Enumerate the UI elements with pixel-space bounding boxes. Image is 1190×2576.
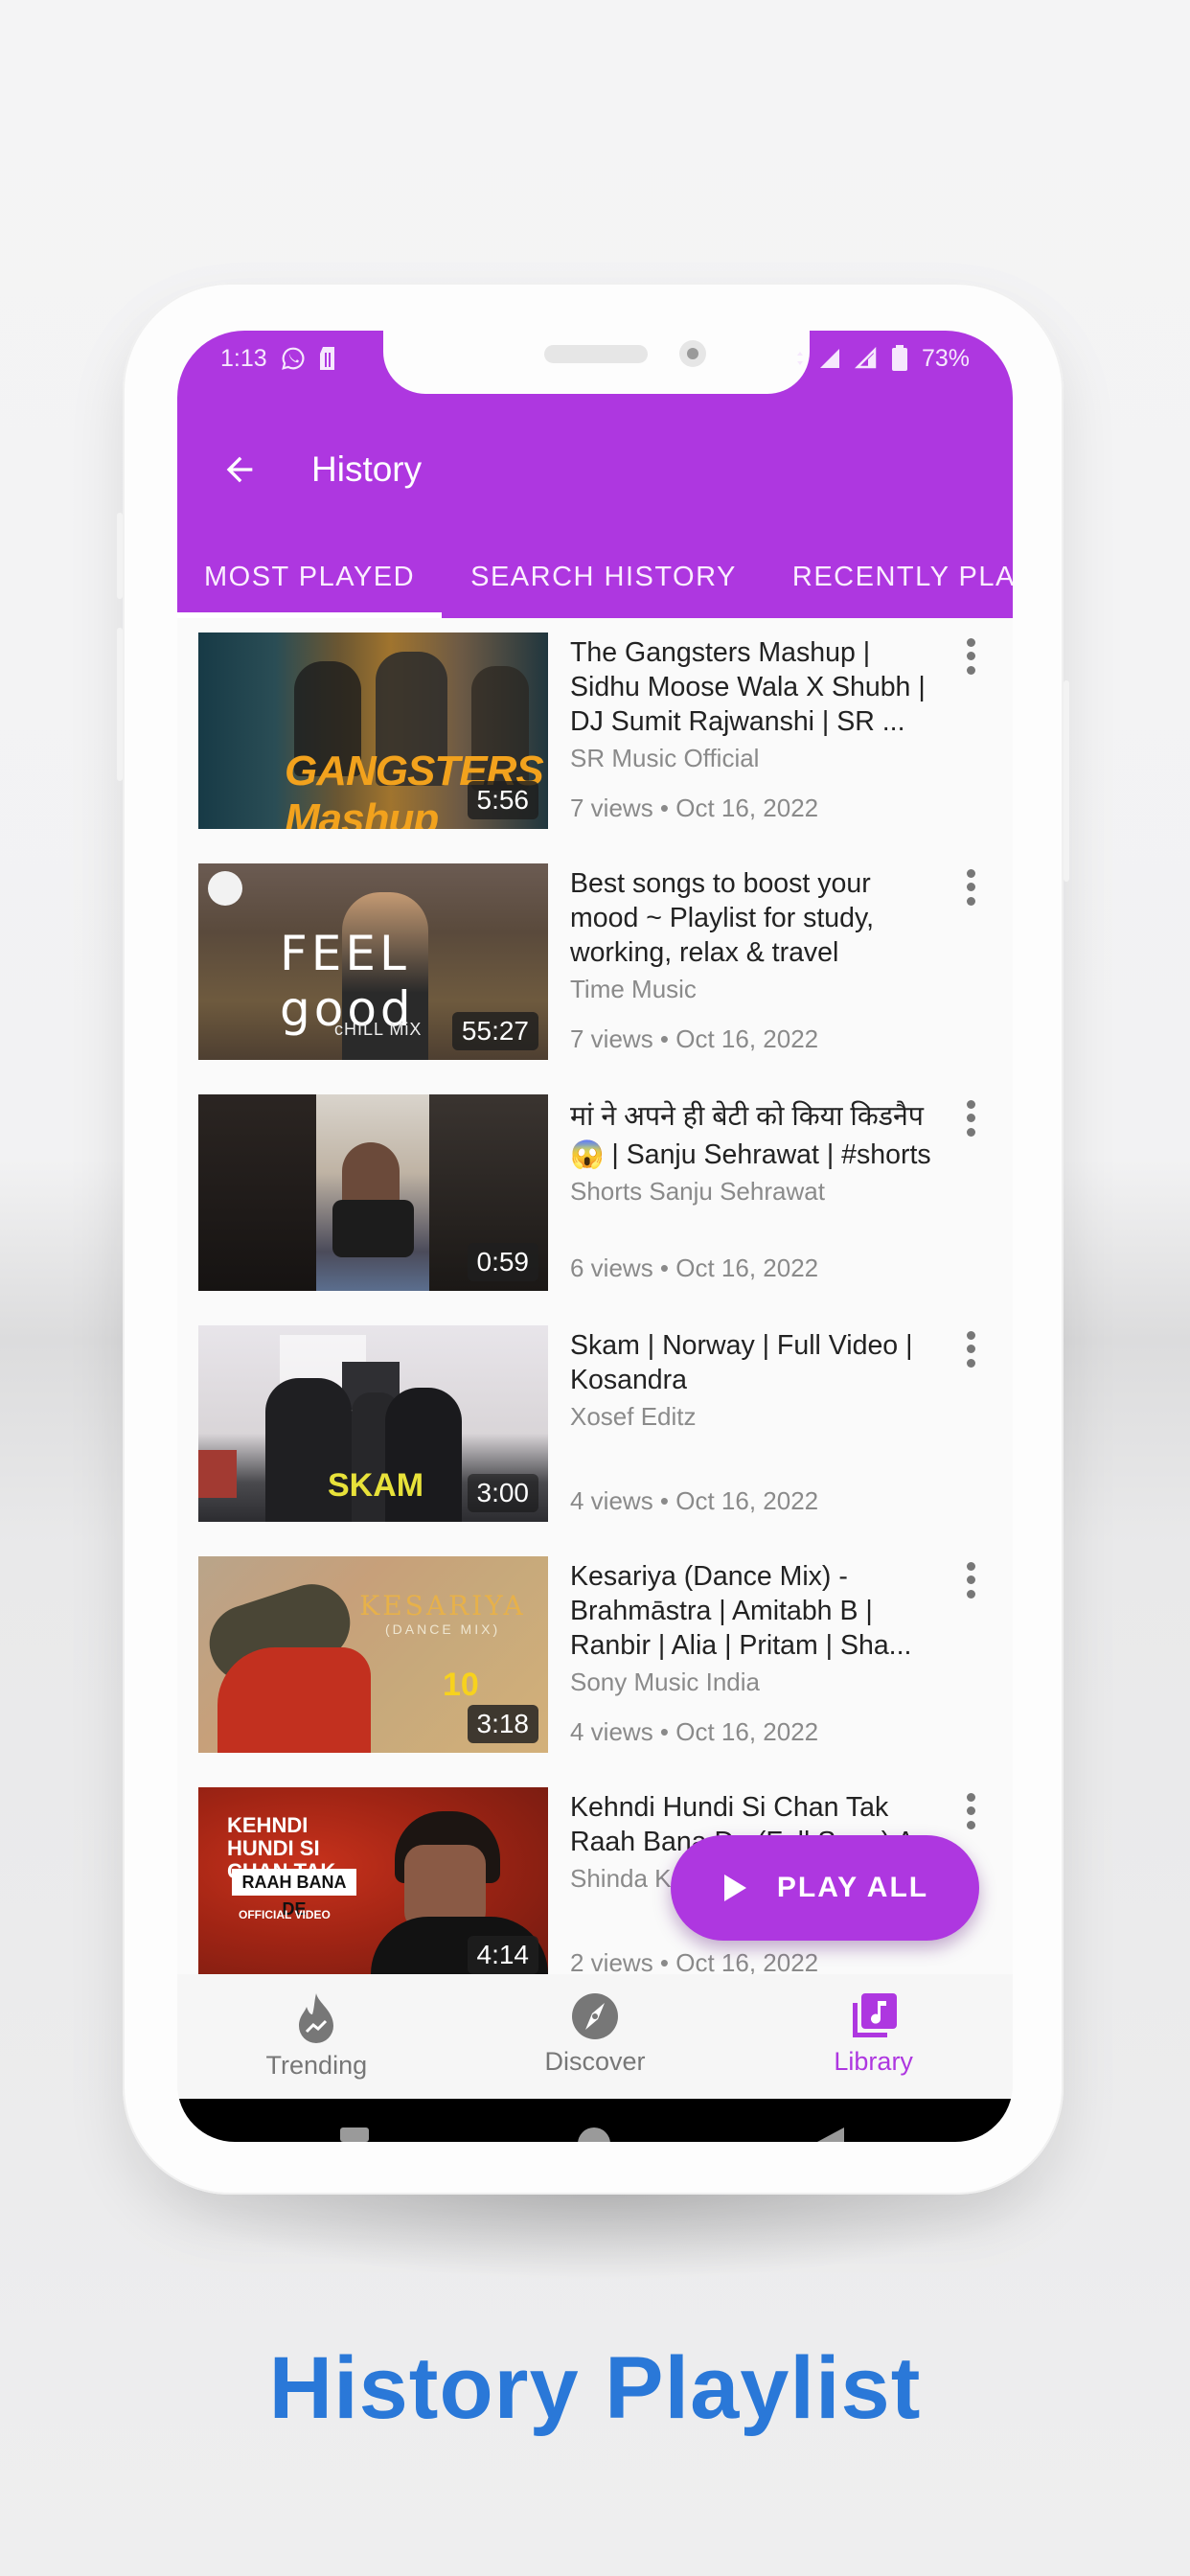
sim-storage-icon [319,346,336,371]
back-button[interactable] [211,441,268,498]
phone-power-button [1064,680,1069,882]
list-item[interactable]: SKAM 3:00 Skam | Norway | Full Video | K… [177,1311,1013,1542]
video-meta: 6 views • Oct 16, 2022 [570,1254,819,1282]
video-title[interactable]: Best songs to boost your mood ~ Playlist… [570,866,944,970]
more-options-button[interactable] [951,635,990,678]
video-duration: 3:18 [467,1705,538,1743]
video-info: मां ने अपने ही बेटी को किया किडनैप 😱 | S… [570,1097,944,1208]
thumbnail-text: SKAM [328,1467,424,1504]
whatsapp-icon [281,346,306,371]
video-duration: 5:56 [467,781,538,819]
thumbnail-badge: 10 [443,1667,479,1703]
bottom-navigation: Trending Discover Library [177,1974,1013,2099]
thumbnail-text: KESARIYA [359,1590,526,1622]
video-meta: 7 views • Oct 16, 2022 [570,1024,819,1053]
front-camera [679,340,706,367]
channel-name: Sony Music India [570,1668,760,1696]
video-meta: 7 views • Oct 16, 2022 [570,794,819,822]
promo-caption: History Playlist [268,2339,922,2437]
list-item[interactable]: 0:59 मां ने अपने ही बेटी को किया किडनैप … [177,1080,1013,1311]
channel-name: Xosef Editz [570,1402,697,1431]
video-meta: 4 views • Oct 16, 2022 [570,1486,819,1515]
video-meta: 4 views • Oct 16, 2022 [570,1717,819,1746]
battery-percent: 73% [921,344,970,372]
video-info: Best songs to boost your mood ~ Playlist… [570,866,944,1006]
more-options-button[interactable] [951,1097,990,1139]
more-options-button[interactable] [951,1328,990,1370]
phone-side-button [117,513,123,599]
video-thumbnail[interactable]: KEHNDI HUNDI SI CHAN TAK RAAH BANA DE OF… [198,1787,548,1984]
nav-trending-label: Trending [265,2051,368,2080]
nav-discover[interactable]: Discover [456,1974,735,2099]
channel-name: Time Music [570,975,697,1003]
compass-icon [572,1993,618,2039]
back-nav-button[interactable] [817,2128,844,2142]
list-item[interactable]: GANGSTERS Mashup 5:56 The Gangsters Mash… [177,618,1013,849]
play-all-label: PLAY ALL [776,1872,929,1903]
phone-volume-button [117,628,123,781]
play-icon [723,1874,746,1901]
status-bar-left: 1:13 [220,344,336,373]
app-screen: 1:13 73% History MOST PLAYED SEARCH HIST… [177,331,1013,2142]
video-duration: 3:00 [467,1474,538,1512]
tab-search-history[interactable]: SEARCH HISTORY [442,537,764,618]
arrow-left-icon [226,456,253,483]
thumbnail-subtext: cHILL MiX [334,1020,423,1039]
system-navigation-bar [177,2099,1013,2142]
video-thumbnail[interactable]: SKAM 3:00 [198,1325,548,1522]
thumbnail-subtext: OFFICIAL VIDEO [239,1908,331,1921]
nav-library-label: Library [834,2047,913,2076]
recents-button[interactable] [340,2128,369,2142]
video-duration: 0:59 [467,1243,538,1281]
more-options-button[interactable] [951,1790,990,1832]
page-title: History [311,449,423,489]
tab-bar: MOST PLAYED SEARCH HISTORY RECENTLY PLAY… [177,537,1013,618]
video-duration: 55:27 [451,1012,538,1050]
battery-icon [891,345,908,372]
video-title[interactable]: मां ने अपने ही बेटी को किया किडनैप 😱 | S… [570,1097,944,1174]
tab-most-played[interactable]: MOST PLAYED [177,537,443,618]
library-music-icon [852,1993,897,2037]
video-thumbnail[interactable]: GANGSTERS Mashup 5:56 [198,632,548,829]
video-title[interactable]: Skam | Norway | Full Video | Kosandra [570,1328,944,1397]
video-thumbnail[interactable]: 0:59 [198,1094,548,1291]
status-bar-right: 73% [795,344,970,373]
app-bar: 1:13 73% History MOST PLAYED SEARCH HIST… [177,331,1013,618]
video-info: Kesariya (Dance Mix) - Brahmāstra | Amit… [570,1559,944,1699]
home-button[interactable] [578,2128,610,2142]
tab-recently-played[interactable]: RECENTLY PLAYED [764,537,1013,618]
video-info: The Gangsters Mashup | Sidhu Moose Wala … [570,635,944,775]
video-title[interactable]: Kesariya (Dance Mix) - Brahmāstra | Amit… [570,1559,944,1663]
video-duration: 4:14 [467,1936,538,1974]
list-item[interactable]: KESARIYA (DANCE MIX) 10 3:18 Kesariya (D… [177,1542,1013,1773]
data-arrows-icon [795,348,805,369]
nav-library[interactable]: Library [734,1974,1013,2099]
nav-trending[interactable]: Trending [177,1974,456,2099]
thumbnail-label: RAAH BANA DE [232,1869,356,1919]
channel-name: Shorts Sanju Sehrawat [570,1177,825,1206]
signal-icon [818,347,841,370]
status-time: 1:13 [220,344,267,372]
video-info: Skam | Norway | Full Video | Kosandra Xo… [570,1328,944,1434]
video-thumbnail[interactable]: FEEL good cHILL MiX 55:27 [198,863,548,1060]
play-all-button[interactable]: PLAY ALL [671,1835,979,1941]
video-thumbnail[interactable]: KESARIYA (DANCE MIX) 10 3:18 [198,1556,548,1753]
thumbnail-subtext: (DANCE MIX) [385,1622,501,1637]
more-options-button[interactable] [951,1559,990,1601]
signal-empty-icon [854,347,878,370]
speaker-grille [544,345,648,363]
trending-flame-icon [299,1993,334,2043]
toolbar: History [177,417,1013,522]
list-item[interactable]: FEEL good cHILL MiX 55:27 Best songs to … [177,849,1013,1080]
video-title[interactable]: The Gangsters Mashup | Sidhu Moose Wala … [570,635,944,739]
channel-name: SR Music Official [570,744,760,772]
more-options-button[interactable] [951,866,990,908]
nav-discover-label: Discover [544,2047,646,2076]
